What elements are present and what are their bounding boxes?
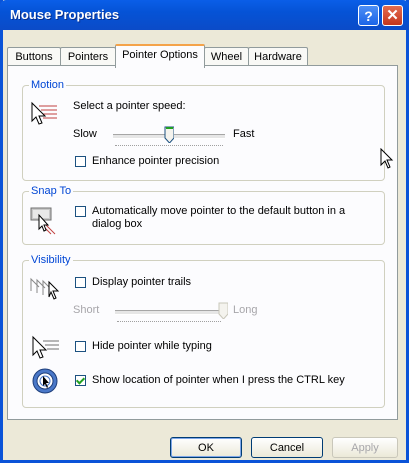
show-location-checkbox[interactable] — [75, 375, 86, 386]
speed-label: Select a pointer speed: — [73, 100, 186, 112]
tab-buttons[interactable]: Buttons — [7, 47, 61, 66]
snap-to-label-line1[interactable]: Automatically move pointer to the defaul… — [92, 205, 345, 217]
speed-slider-thumb[interactable] — [164, 126, 174, 143]
hide-pointer-icon — [32, 335, 59, 359]
trail-slider-ticks — [117, 321, 221, 324]
pointer-options-panel: Motion Select a pointer speed: Slow Fast… — [7, 65, 398, 420]
show-location-label[interactable]: Show location of pointer when I press th… — [92, 374, 345, 386]
show-location-icon — [32, 368, 58, 394]
snap-to-legend: Snap To — [29, 185, 74, 197]
snap-to-icon — [30, 207, 56, 235]
hide-pointer-label[interactable]: Hide pointer while typing — [92, 340, 212, 352]
title-bar[interactable]: Mouse Properties ? ✕ — [0, 0, 409, 30]
long-label: Long — [233, 304, 258, 316]
snap-to-checkbox[interactable] — [75, 206, 86, 217]
tab-wheel[interactable]: Wheel — [204, 47, 249, 66]
slow-label: Slow — [73, 128, 97, 140]
visibility-legend: Visibility — [29, 254, 73, 266]
short-label: Short — [73, 304, 100, 316]
close-button[interactable]: ✕ — [382, 5, 403, 26]
motion-legend: Motion — [29, 79, 67, 91]
apply-button[interactable]: Apply — [332, 437, 398, 458]
mouse-cursor-icon — [380, 148, 394, 169]
cancel-button[interactable]: Cancel — [251, 437, 323, 458]
hide-pointer-checkbox[interactable] — [75, 341, 86, 352]
trail-slider-thumb — [218, 302, 228, 319]
fast-label: Fast — [233, 128, 255, 140]
display-trails-checkbox[interactable] — [75, 277, 86, 288]
tab-pointer-options[interactable]: Pointer Options — [115, 44, 205, 68]
motion-group: Motion Select a pointer speed: Slow Fast… — [22, 79, 385, 181]
pointer-trails-icon — [30, 277, 60, 300]
trail-slider-track — [115, 310, 223, 315]
snap-to-group: Snap To Automatically move pointer to th… — [22, 185, 385, 245]
window-title: Mouse Properties — [10, 7, 120, 22]
tab-hardware[interactable]: Hardware — [248, 47, 308, 66]
display-trails-label[interactable]: Display pointer trails — [92, 276, 191, 288]
ok-button[interactable]: OK — [170, 437, 242, 458]
enhance-precision-label[interactable]: Enhance pointer precision — [92, 155, 219, 167]
speed-slider-ticks — [115, 145, 223, 148]
snap-to-label-line2[interactable]: dialog box — [92, 218, 142, 230]
help-button[interactable]: ? — [358, 5, 379, 26]
pointer-speed-icon — [31, 101, 57, 125]
visibility-group: Visibility Display pointer trails Short … — [22, 254, 385, 408]
enhance-precision-checkbox[interactable] — [75, 156, 86, 167]
tab-pointers[interactable]: Pointers — [60, 47, 116, 66]
